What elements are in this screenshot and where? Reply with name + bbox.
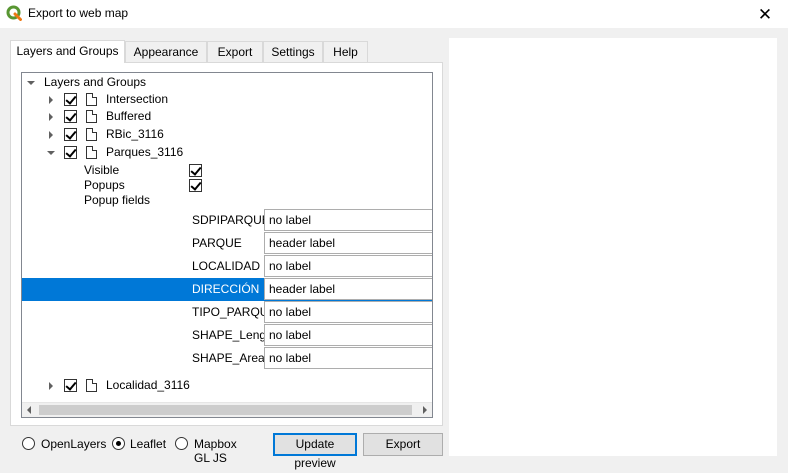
radio-openlayers[interactable] [22, 437, 35, 450]
radio-leaflet[interactable] [112, 437, 125, 450]
option-popup-fields: Popup fields [84, 193, 151, 207]
popup-field-row-tipo-parqu[interactable]: TIPO_PARQU no label [22, 301, 432, 324]
expand-icon[interactable] [46, 112, 56, 122]
layer-item-intersection[interactable]: Intersection [22, 91, 432, 108]
label-mode-select[interactable]: no label [264, 324, 432, 346]
layer-item-rbic-3116[interactable]: RBic_3116 [22, 126, 432, 143]
qgis-logo-icon [6, 5, 22, 21]
tab-layers-and-groups[interactable]: Layers and Groups [10, 40, 125, 63]
tree-root[interactable]: Layers and Groups [22, 74, 432, 91]
close-button[interactable]: ✕ [742, 0, 788, 28]
layer-item-parques-3116[interactable]: Parques_3116 [22, 144, 432, 161]
vector-layer-icon [86, 128, 97, 141]
vector-layer-icon [86, 379, 97, 392]
scroll-left-icon[interactable] [22, 403, 37, 417]
expand-icon[interactable] [46, 95, 56, 105]
collapse-icon[interactable] [46, 148, 56, 158]
layer-checkbox[interactable] [64, 379, 77, 392]
expand-icon[interactable] [46, 130, 56, 140]
label-mode-select[interactable]: header label [264, 232, 432, 254]
layers-panel: Layers and Groups Intersection Buffered … [10, 62, 443, 426]
tab-settings[interactable]: Settings [263, 41, 323, 62]
label-mode-select[interactable]: no label [264, 255, 432, 277]
layer-checkbox[interactable] [64, 128, 77, 141]
tab-export[interactable]: Export [207, 41, 263, 62]
radio-mapbox-gl-js[interactable] [175, 437, 188, 450]
label-mode-select[interactable]: no label [264, 347, 432, 369]
scroll-right-icon[interactable] [417, 403, 432, 417]
popup-field-row-localidad[interactable]: LOCALIDAD no label [22, 255, 432, 278]
popup-field-row-shape-area[interactable]: SHAPE_Area no label [22, 347, 432, 370]
window-title: Export to web map [28, 6, 129, 20]
scrollbar-thumb[interactable] [39, 405, 412, 415]
layer-checkbox[interactable] [64, 146, 77, 159]
visible-checkbox[interactable] [189, 164, 202, 177]
vector-layer-icon [86, 110, 97, 123]
vector-layer-icon [86, 146, 97, 159]
popup-field-row-parque[interactable]: PARQUE header label [22, 232, 432, 255]
update-preview-button[interactable]: Update preview [273, 433, 357, 470]
export-button[interactable]: Export [363, 433, 443, 456]
popup-field-row-direccion[interactable]: DIRECCIÓN header label [22, 278, 432, 301]
label-mode-select[interactable]: no label [264, 301, 432, 323]
expand-icon[interactable] [46, 381, 56, 391]
horizontal-scrollbar[interactable] [22, 402, 432, 417]
map-preview[interactable] [449, 38, 777, 456]
popup-field-row-shape-leng[interactable]: SHAPE_Leng no label [22, 324, 432, 347]
popups-checkbox[interactable] [189, 179, 202, 192]
layer-item-localidad-3116[interactable]: Localidad_3116 [22, 377, 432, 394]
vector-layer-icon [86, 93, 97, 106]
collapse-icon[interactable] [26, 78, 36, 88]
tab-appearance[interactable]: Appearance [125, 41, 207, 62]
tab-help[interactable]: Help [323, 41, 368, 62]
layer-item-buffered[interactable]: Buffered [22, 108, 432, 125]
title-bar: Export to web map ✕ [0, 0, 788, 28]
layer-checkbox[interactable] [64, 93, 77, 106]
close-icon: ✕ [757, 4, 773, 24]
label-mode-select[interactable]: no label [264, 209, 432, 231]
layer-tree[interactable]: Layers and Groups Intersection Buffered … [21, 72, 433, 418]
popup-field-row-sdpiparque[interactable]: SDPIPARQUE no label [22, 209, 432, 232]
layer-checkbox[interactable] [64, 110, 77, 123]
label-mode-select[interactable]: header label [264, 278, 432, 300]
